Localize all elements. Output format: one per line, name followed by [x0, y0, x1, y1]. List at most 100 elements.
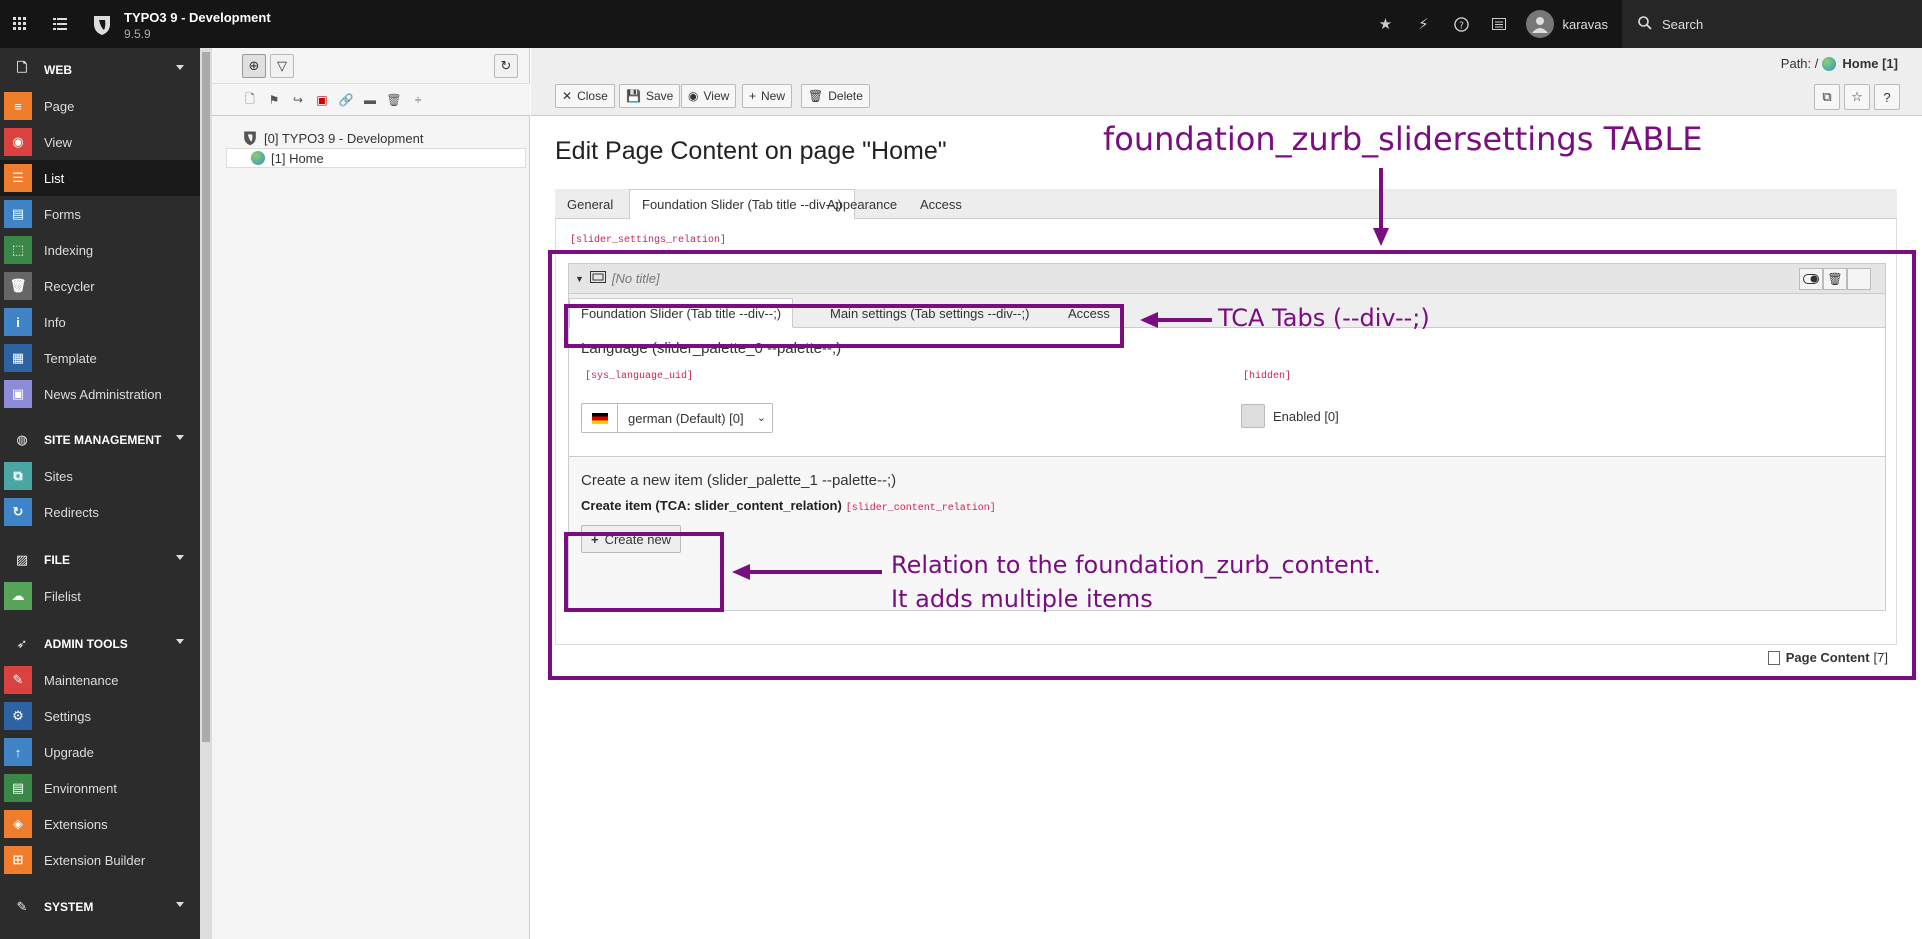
module-info[interactable]: i Info [0, 304, 200, 340]
user-menu[interactable]: karavas [1518, 0, 1622, 48]
module-settings[interactable]: ⚙ Settings [0, 698, 200, 734]
annotation-arrow-line [748, 570, 882, 574]
module-filelist[interactable]: ☁ Filelist [0, 578, 200, 614]
module-list[interactable]: ☰ List [0, 160, 200, 196]
page-doktype-icon[interactable]: 🗋 [242, 92, 258, 108]
mountpoint-icon[interactable]: ▣ [314, 92, 330, 108]
module-group-site[interactable]: ◍ SITE MANAGEMENT [0, 422, 200, 458]
redirect-icon: ↻ [4, 498, 32, 526]
recycler-icon[interactable]: 🗑 [386, 92, 402, 108]
search-input[interactable]: Search [1622, 0, 1922, 48]
help-icon[interactable]: ? [1874, 84, 1900, 110]
star-icon[interactable]: ★ [1366, 0, 1404, 48]
module-extensions[interactable]: ◈ Extensions [0, 806, 200, 842]
typo3-logo [244, 131, 256, 146]
chevron-down-icon [176, 639, 184, 644]
close-button[interactable]: ✕ Close [555, 84, 615, 108]
page-tree-panel: ⊕ ▽ ↻ 🗋 ⚑ ↪ ▣ 🔗 ▬ 🗑 ÷ [0] TYPO3 9 - Deve… [212, 48, 530, 939]
link-icon[interactable]: 🔗 [338, 92, 354, 108]
module-indexing[interactable]: ⬚ Indexing [0, 232, 200, 268]
module-group-web[interactable]: 🗋 WEB [0, 52, 200, 88]
spacer-icon[interactable]: ÷ [410, 92, 426, 108]
bookmark-star-icon[interactable]: ☆ [1844, 84, 1870, 110]
filter-icon[interactable]: ▽ [270, 54, 294, 78]
typo3-logo[interactable] [92, 14, 114, 36]
close-icon: ✕ [562, 89, 573, 103]
delete-button[interactable]: 🗑 Delete [801, 84, 870, 108]
module-menu-scrollbar[interactable] [200, 48, 212, 939]
tree-node-home[interactable]: [1] Home [226, 148, 526, 168]
tab-access[interactable]: Access [908, 189, 974, 219]
list-module-icon: ☰ [4, 164, 32, 192]
view-button[interactable]: ◉ View [681, 84, 737, 108]
flash-icon[interactable]: ⚡ [1404, 0, 1442, 48]
extension-builder-icon: ⊞ [4, 846, 32, 874]
svg-text:?: ? [1459, 20, 1464, 31]
environment-icon: ▤ [4, 774, 32, 802]
user-icon [1526, 10, 1555, 38]
new-button[interactable]: + New [742, 84, 793, 108]
module-recycler[interactable]: 🗑 Recycler [0, 268, 200, 304]
module-page[interactable]: ≡ Page [0, 88, 200, 124]
module-menu: 🗋 WEB ≡ Page ◉ View ☰ List ▤ Forms ⬚ Indexing … [0, 48, 212, 939]
annotation-table-title: foundation_zurb_slidersettings TABLE [1103, 120, 1703, 158]
eye-icon: ◉ [688, 89, 699, 103]
record-tabs: General Foundation Slider (Tab title --d… [555, 189, 1897, 220]
tab-appearance[interactable]: Appearance [815, 189, 909, 219]
module-view[interactable]: ◉ View [0, 124, 200, 160]
module-group-system[interactable]: ✎ SYSTEM [0, 889, 200, 925]
module-environment[interactable]: ▤ Environment [0, 770, 200, 806]
tree-node-root[interactable]: [0] TYPO3 9 - Development [242, 128, 423, 148]
site-name[interactable]: TYPO3 9 - Development [124, 10, 271, 25]
wrench-icon: ✎ [4, 666, 32, 694]
globe-icon: ◍ [16, 432, 28, 447]
field-name-tag: [slider_settings_relation] [570, 235, 727, 246]
help-icon[interactable]: ? [1442, 0, 1480, 48]
search-icon [1638, 15, 1652, 33]
chevron-down-icon [176, 435, 184, 440]
module-maintenance[interactable]: ✎ Maintenance [0, 662, 200, 698]
folder-icon[interactable]: ▬ [362, 92, 378, 108]
shortcut-icon[interactable]: ↪ [290, 92, 306, 108]
username: karavas [1562, 16, 1608, 32]
list-icon[interactable] [44, 0, 76, 48]
backend-section-icon[interactable]: ⚑ [266, 92, 282, 108]
file-icon: 🗋 [16, 60, 28, 75]
system-icon: ✎ [16, 899, 28, 914]
top-bar: TYPO3 9 - Development 9.5.9 ★ ⚡ ? karava… [0, 0, 1922, 48]
indexing-icon: ⬚ [4, 236, 32, 264]
open-new-window-icon[interactable]: ⧉ [1814, 84, 1840, 110]
sites-icon: ⧉ [4, 462, 32, 490]
module-extension-builder[interactable]: ⊞ Extension Builder [0, 842, 200, 878]
module-template[interactable]: ▦ Template [0, 340, 200, 376]
module-sites[interactable]: ⧉ Sites [0, 458, 200, 494]
module-group-admin[interactable]: ➶ ADMIN TOOLS [0, 626, 200, 662]
refresh-icon[interactable]: ↻ [494, 54, 518, 78]
module-redirects[interactable]: ↻ Redirects [0, 494, 200, 530]
apps-icon[interactable] [4, 0, 36, 48]
rocket-icon: ➶ [16, 636, 28, 651]
module-forms[interactable]: ▤ Forms [0, 196, 200, 232]
doc-header: Path: / Home [1] ✕ Close 💾 Save ◉ View + New… [531, 48, 1922, 116]
scrollbar-thumb[interactable] [202, 52, 210, 742]
annotation-arrow-head [1373, 228, 1389, 246]
globe-icon [251, 151, 265, 165]
module-news[interactable]: ▣ News Administration [0, 376, 200, 412]
extensions-icon: ◈ [4, 810, 32, 838]
annotation-arrow-line [1156, 318, 1212, 322]
chevron-down-icon [176, 555, 184, 560]
new-page-icon[interactable]: ⊕ [242, 54, 266, 78]
save-button[interactable]: 💾 Save [619, 84, 681, 108]
doktype-toolbar: 🗋 ⚑ ↪ ▣ 🔗 ▬ 🗑 ÷ [212, 84, 530, 116]
module-group-file[interactable]: ▨ FILE [0, 542, 200, 578]
list-view-icon[interactable] [1480, 0, 1518, 48]
chevron-down-icon [176, 65, 184, 70]
annotation-tabs-box [564, 304, 1124, 348]
news-icon: ▣ [4, 380, 32, 408]
tab-general[interactable]: General [555, 189, 625, 219]
page-icon: ≡ [4, 92, 32, 120]
module-upgrade[interactable]: ↑ Upgrade [0, 734, 200, 770]
annotation-create-box [564, 532, 724, 612]
annotation-tca-tabs: TCA Tabs (--div--;) [1218, 304, 1430, 332]
breadcrumb-page[interactable]: Home [1] [1842, 56, 1898, 71]
